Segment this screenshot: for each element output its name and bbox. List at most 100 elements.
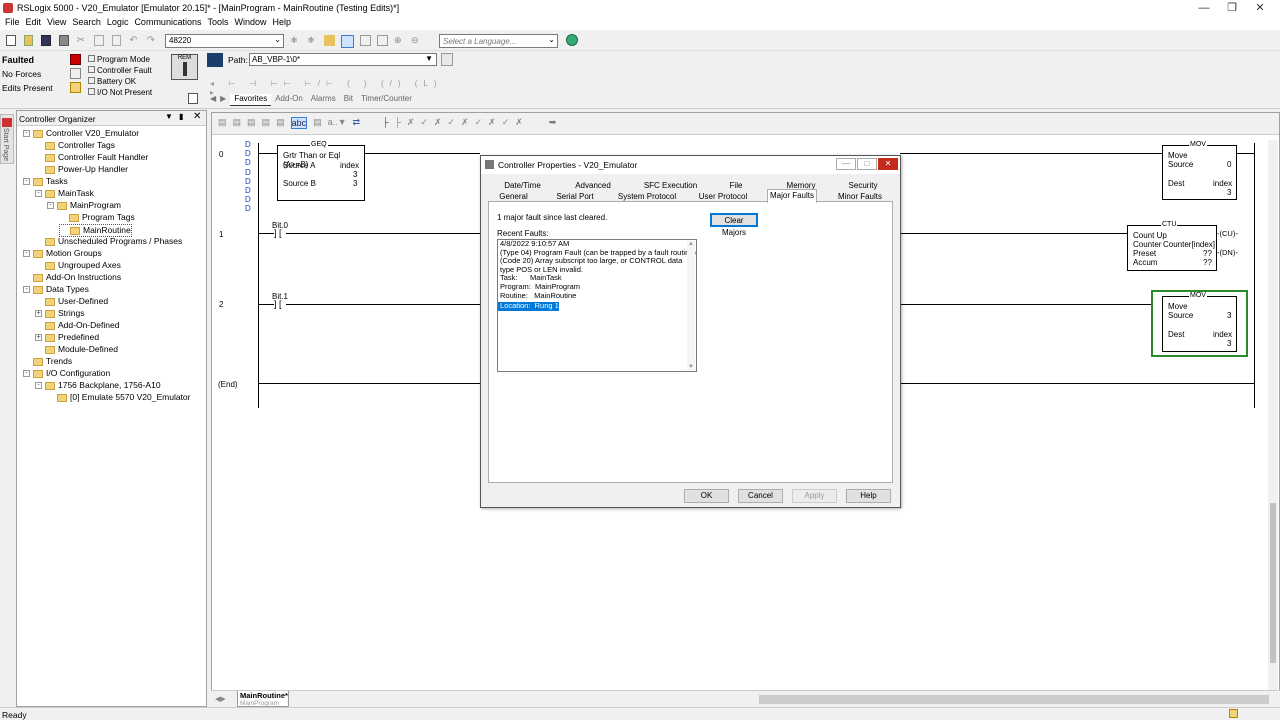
- reject-icon[interactable]: ✗: [515, 117, 523, 129]
- ctu-preset[interactable]: ??: [1203, 249, 1212, 258]
- edits-lock-icon[interactable]: [70, 82, 81, 93]
- mov-source[interactable]: 0: [1227, 160, 1231, 169]
- tab-bit[interactable]: Bit: [340, 94, 357, 106]
- pin-icon[interactable]: [188, 93, 198, 104]
- apply-button[interactable]: Apply: [792, 489, 837, 503]
- ctu-instruction[interactable]: CTU Count Up Counter Counter[index] Pres…: [1127, 221, 1217, 271]
- delete-rung-icon[interactable]: ✗: [407, 117, 415, 129]
- tab-timer-counter[interactable]: Timer/Counter: [357, 94, 416, 106]
- cancel-button[interactable]: Cancel: [738, 489, 783, 503]
- tab-mainroutine[interactable]: MainRoutine* MainProgram: [237, 691, 289, 707]
- open-icon[interactable]: [23, 35, 34, 46]
- zoom-in-icon[interactable]: ⊕: [394, 35, 405, 47]
- path-combo[interactable]: AB_VBP-1\0* ▼: [249, 53, 437, 66]
- accept-icon[interactable]: ✓: [502, 117, 510, 129]
- cross-ref-icon[interactable]: [324, 35, 335, 46]
- clear-majors-button[interactable]: Clear Majors: [710, 213, 758, 237]
- find-next-icon[interactable]: ⚛: [307, 35, 318, 46]
- xic-icon[interactable]: ▤: [262, 117, 271, 129]
- tab-scroll-right-icon[interactable]: ▶: [220, 94, 226, 106]
- chevron-down-icon[interactable]: ⌄: [548, 35, 555, 44]
- tree-item[interactable]: - Motion Groups: [23, 248, 102, 259]
- tree-item[interactable]: - Data Types: [23, 284, 89, 295]
- mov-instruction-2[interactable]: MOV Move Source 3 Dest index 3: [1162, 292, 1237, 352]
- tree-item[interactable]: Unscheduled Programs / Phases: [35, 236, 182, 247]
- tag-desc-icon[interactable]: a..▼: [328, 117, 347, 129]
- cancel-edits-icon[interactable]: ✗: [488, 117, 496, 129]
- menu-logic[interactable]: Logic: [104, 16, 132, 29]
- forces-icon[interactable]: [70, 68, 81, 79]
- collapse-icon[interactable]: -: [23, 370, 30, 378]
- undo-icon[interactable]: ↶: [129, 35, 138, 47]
- save-icon[interactable]: [41, 35, 51, 46]
- help-button[interactable]: Help: [846, 489, 891, 503]
- tree-item[interactable]: User-Defined: [35, 296, 108, 307]
- geq-source-a[interactable]: index: [340, 161, 359, 170]
- mov-instruction-0[interactable]: MOV Move Source 0 Dest index 3: [1162, 141, 1237, 200]
- xic-contact-icon[interactable]: ] [: [274, 299, 286, 310]
- language-combo[interactable]: Select a Language... ⌄: [439, 34, 558, 48]
- minimize-icon[interactable]: —: [836, 158, 856, 170]
- branch-level-icon[interactable]: ▤: [247, 117, 256, 129]
- collapse-icon[interactable]: -: [47, 202, 54, 210]
- tab-alarms[interactable]: Alarms: [307, 94, 340, 106]
- menu-search[interactable]: Search: [69, 16, 104, 29]
- branch-icon[interactable]: ▤: [233, 117, 242, 129]
- close-icon[interactable]: ✕: [878, 158, 898, 170]
- instruction-palette[interactable]: ◂ ⊢ ⊣ ⊢⊢ ⊢/⊢ ( ) (/) (L) ▸: [210, 79, 455, 97]
- tree-item[interactable]: - Controller V20_Emulator: [23, 128, 139, 139]
- new-icon[interactable]: [6, 35, 16, 46]
- tree-item[interactable]: - I/O Configuration: [23, 368, 110, 379]
- cut-icon[interactable]: ✂: [77, 35, 86, 46]
- ladder-hscrollbar[interactable]: [759, 695, 1269, 704]
- minimize-icon[interactable]: —: [1190, 0, 1218, 16]
- accept-edits-icon[interactable]: [377, 35, 388, 46]
- forward-icon[interactable]: ➡: [549, 117, 557, 129]
- xic-contact-icon[interactable]: ] [: [274, 228, 286, 239]
- tree-item[interactable]: - MainProgram: [47, 200, 121, 211]
- xio-icon[interactable]: ▤: [276, 117, 285, 129]
- zoom-out-icon[interactable]: ⊖: [411, 35, 422, 47]
- collapse-icon[interactable]: -: [23, 130, 30, 138]
- tab-favorites[interactable]: Favorites: [230, 94, 272, 106]
- untest-edits-icon[interactable]: ✗: [461, 117, 469, 129]
- insert-rung-icon[interactable]: ├: [382, 117, 388, 129]
- rung-number-1[interactable]: 1: [219, 230, 223, 239]
- chevron-up-icon[interactable]: ▲: [687, 241, 695, 247]
- collapse-icon[interactable]: -: [35, 382, 42, 390]
- collapse-icon[interactable]: -: [23, 250, 30, 258]
- collapse-icon[interactable]: -: [23, 286, 30, 294]
- toggle-icon[interactable]: ▤: [313, 117, 322, 129]
- menu-communications[interactable]: Communications: [131, 16, 204, 29]
- paste-icon[interactable]: [111, 35, 122, 46]
- search-combo[interactable]: 48220 ⌄: [165, 34, 284, 48]
- vscroll-thumb[interactable]: [1270, 503, 1276, 663]
- tree-item[interactable]: - Tasks: [23, 176, 68, 187]
- menu-tools[interactable]: Tools: [204, 16, 231, 29]
- mov-dest[interactable]: index: [1213, 330, 1232, 339]
- tab-major-faults[interactable]: Major Faults: [767, 189, 817, 203]
- tree-item[interactable]: Program Tags: [59, 212, 135, 223]
- ctu-counter[interactable]: Counter[index]: [1163, 240, 1215, 249]
- language-go-icon[interactable]: [566, 34, 578, 46]
- chevron-down-icon[interactable]: ⌄: [274, 35, 281, 44]
- copy-icon[interactable]: [93, 35, 104, 46]
- tree-item[interactable]: + Strings: [35, 308, 84, 319]
- ladder-vscrollbar[interactable]: [1268, 140, 1278, 692]
- insert-branch-icon[interactable]: ├: [394, 117, 400, 129]
- pin-icon[interactable]: ▮: [179, 112, 183, 121]
- expand-icon[interactable]: +: [35, 310, 42, 318]
- assemble-icon[interactable]: ✓: [475, 117, 483, 129]
- menu-file[interactable]: File: [2, 16, 23, 29]
- tree-item[interactable]: Power-Up Handler: [35, 164, 128, 175]
- collapse-icon[interactable]: -: [35, 190, 42, 198]
- restore-icon[interactable]: ❐: [1218, 0, 1246, 16]
- tree-item[interactable]: Module-Defined: [35, 344, 118, 355]
- tree-item[interactable]: Controller Tags: [35, 140, 115, 151]
- geq-instruction[interactable]: GEQ Grtr Than or Eql (A>=B) Source A ind…: [277, 141, 365, 201]
- edit-icon[interactable]: [360, 35, 371, 46]
- tree-item[interactable]: Ungrouped Axes: [35, 260, 121, 271]
- tree-item[interactable]: Add-On Instructions: [23, 272, 121, 283]
- rung-number-2[interactable]: 2: [219, 300, 223, 309]
- path-browse-icon[interactable]: [441, 53, 453, 66]
